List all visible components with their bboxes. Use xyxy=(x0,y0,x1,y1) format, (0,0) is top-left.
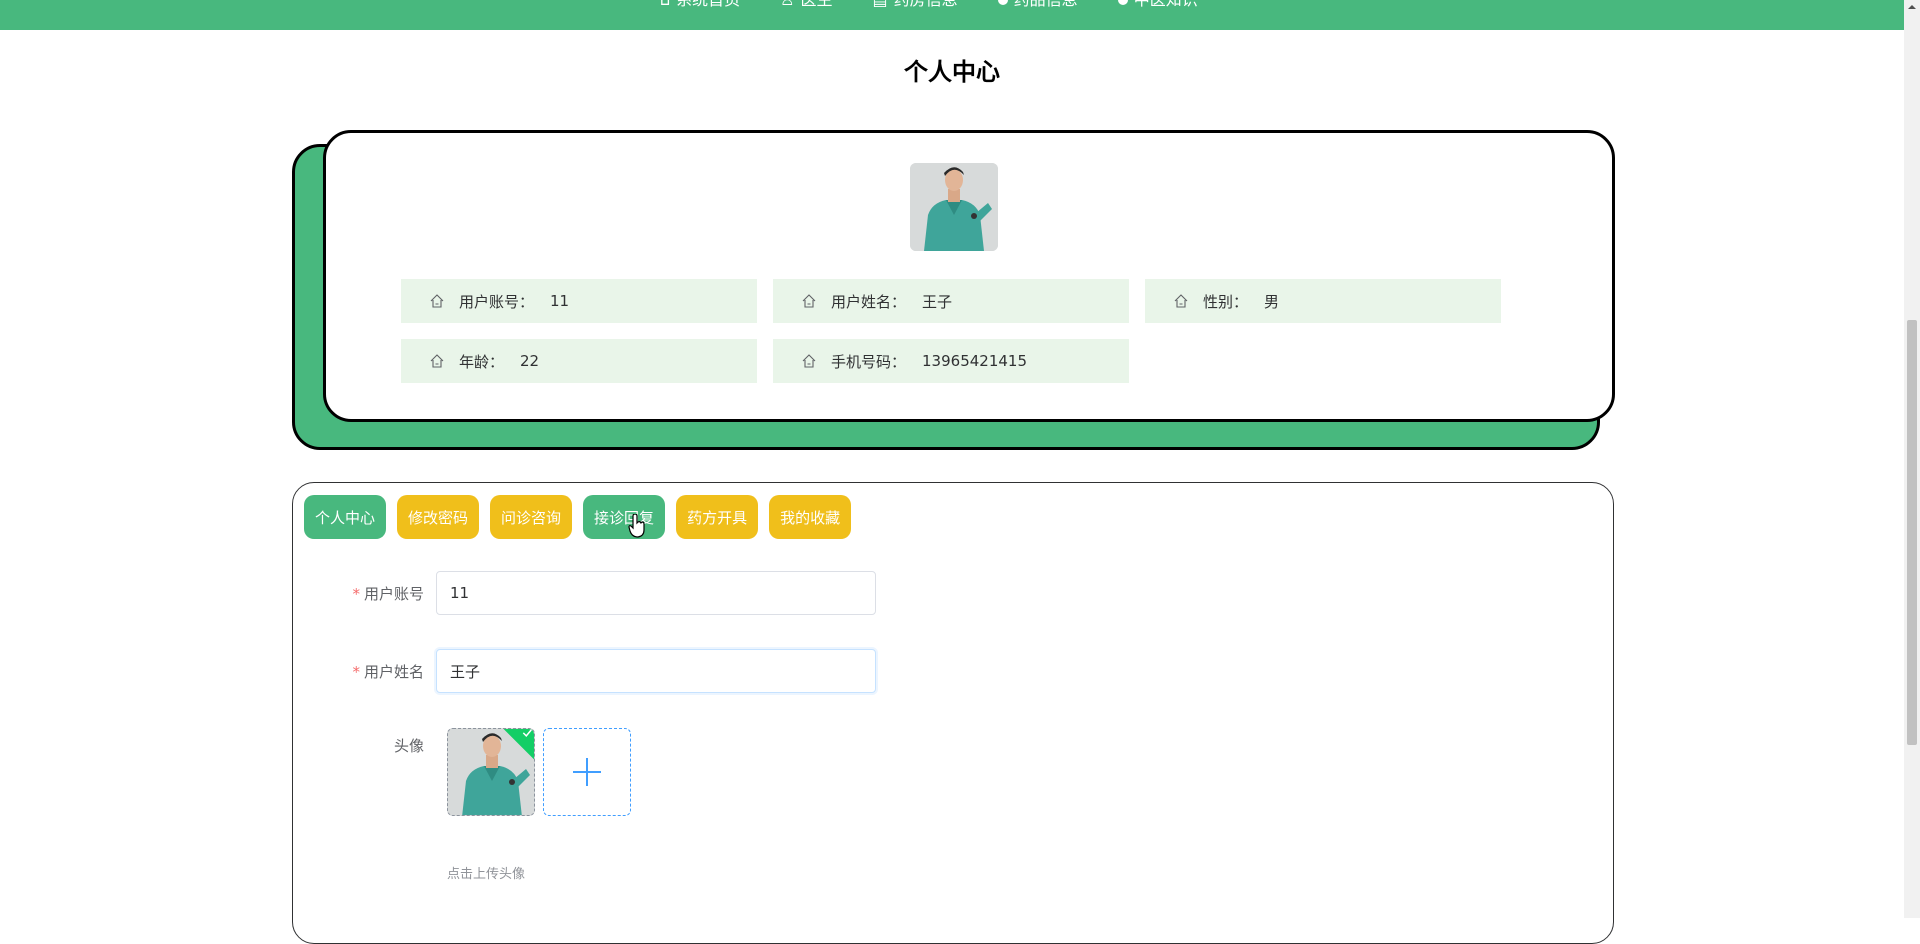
info-account: 用户账号： 11 xyxy=(401,279,757,323)
info-phone: 手机号码： 13965421415 xyxy=(773,339,1129,383)
info-value: 13965421415 xyxy=(922,352,1027,370)
info-value: 男 xyxy=(1264,292,1280,311)
nav-item-medicine[interactable]: 药品信息 xyxy=(997,0,1078,12)
account-input[interactable] xyxy=(436,571,876,615)
tab-user-center[interactable]: 个人中心 xyxy=(304,495,387,539)
info-value: 王子 xyxy=(922,292,953,311)
info-value: 22 xyxy=(520,352,540,370)
scroll-up-arrow-icon[interactable] xyxy=(1907,2,1917,12)
account-label: * 用户账号 xyxy=(352,584,424,603)
page-title: 个人中心 xyxy=(904,58,1000,86)
nav-item-label: 医生 xyxy=(801,0,833,12)
avatar-image xyxy=(910,163,998,251)
nav-item-label: 药房信息 xyxy=(894,0,958,12)
info-label: 手机号码： xyxy=(831,352,907,371)
tab-bar: 个人中心 修改密码 问诊咨询 接诊回复 药方开具 我的收藏 xyxy=(304,495,852,539)
vertical-scrollbar[interactable] xyxy=(1904,0,1920,918)
profile-card: 用户账号： 11 用户姓名： 王子 性别： 男 年龄： 22 手机号码： 139… xyxy=(323,130,1615,422)
nav-item-pharmacy[interactable]: ▤ 药房信息 xyxy=(873,0,958,12)
hand-cursor-icon xyxy=(628,514,645,538)
home-icon xyxy=(802,354,816,368)
upload-add-button[interactable] xyxy=(543,728,631,816)
nav-item-home[interactable]: ⌂ 系统首页 xyxy=(660,0,740,12)
avatar xyxy=(910,163,998,251)
nav-item-knowledge[interactable]: 中医知识 xyxy=(1117,0,1198,12)
name-input[interactable] xyxy=(436,649,876,693)
info-label: 年龄： xyxy=(459,352,505,371)
nav-item-label: 系统首页 xyxy=(676,0,740,12)
top-nav-bar: ⌂ 系统首页 ♙ 医生 ▤ 药房信息 药品信息 中医知识 xyxy=(0,0,1904,30)
nav-item-label: 药品信息 xyxy=(1014,0,1078,12)
uploaded-avatar-thumbnail[interactable] xyxy=(447,728,535,816)
tab-favorites[interactable]: 我的收藏 xyxy=(769,495,852,539)
required-mark: * xyxy=(352,584,360,603)
info-label: 用户账号： xyxy=(459,292,535,311)
info-name: 用户姓名： 王子 xyxy=(773,279,1129,323)
form-row-name: * 用户姓名 xyxy=(293,649,876,693)
home-icon: ⌂ xyxy=(660,0,670,12)
nav-item-doctor[interactable]: ♙ 医生 xyxy=(780,0,832,12)
info-age: 年龄： 22 xyxy=(401,339,757,383)
user-icon: ♙ xyxy=(780,0,794,12)
name-label: * 用户姓名 xyxy=(352,662,424,681)
info-gender: 性别： 男 xyxy=(1145,279,1501,323)
check-icon xyxy=(522,729,532,737)
avatar-label: 头像 xyxy=(393,737,424,755)
info-label: 用户姓名： xyxy=(831,292,907,311)
home-icon xyxy=(430,354,444,368)
home-icon xyxy=(1174,294,1188,308)
info-label: 性别： xyxy=(1203,292,1249,311)
home-icon xyxy=(430,294,444,308)
nav-item-label: 中医知识 xyxy=(1134,0,1198,12)
tab-prescription[interactable]: 药方开具 xyxy=(676,495,759,539)
dot-icon xyxy=(997,0,1008,5)
tab-reply[interactable]: 接诊回复 xyxy=(583,495,666,539)
user-center-panel: 个人中心 修改密码 问诊咨询 接诊回复 药方开具 我的收藏 *用户账号 *用户姓… xyxy=(292,482,1614,944)
required-mark: * xyxy=(352,662,360,681)
tab-consultation[interactable]: 问诊咨询 xyxy=(490,495,573,539)
nav-menu: ⌂ 系统首页 ♙ 医生 ▤ 药房信息 药品信息 中医知识 xyxy=(660,0,1198,12)
upload-tip: 点击上传头像 xyxy=(447,867,526,882)
dot-icon xyxy=(1117,0,1128,5)
info-value: 11 xyxy=(550,292,570,310)
home-icon xyxy=(802,294,816,308)
building-icon: ▤ xyxy=(873,0,888,12)
scrollbar-thumb[interactable] xyxy=(1907,320,1917,745)
tab-change-password[interactable]: 修改密码 xyxy=(397,495,480,539)
form-row-account: * 用户账号 xyxy=(293,571,876,615)
plus-icon xyxy=(573,758,601,786)
form-row-avatar: 头像 xyxy=(293,735,436,756)
